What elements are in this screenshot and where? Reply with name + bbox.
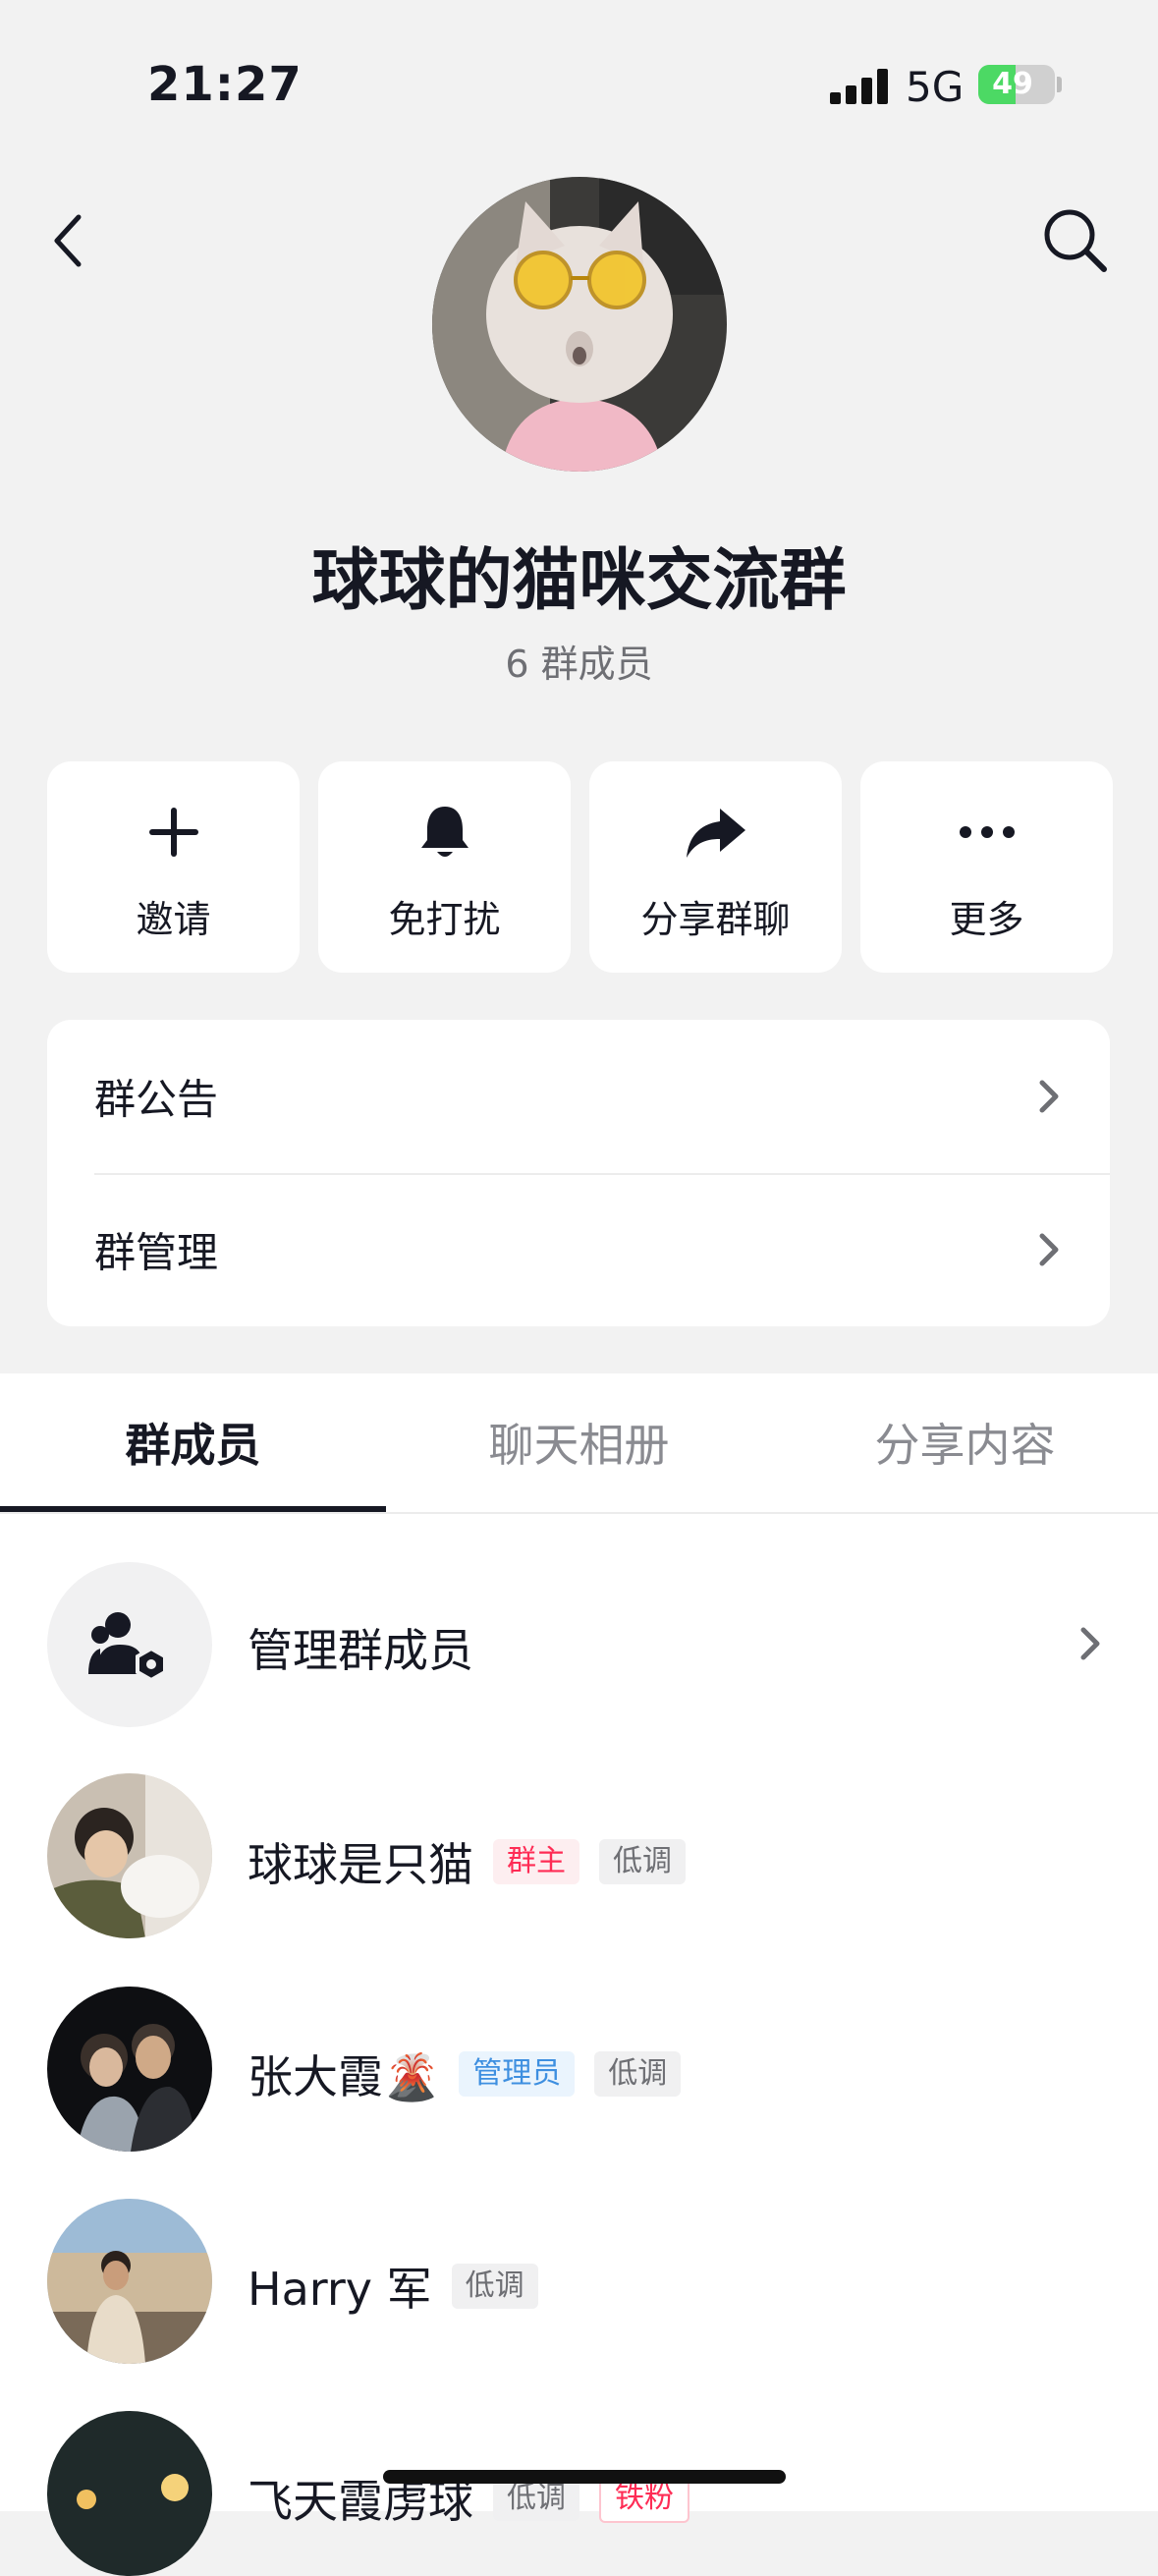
- mute-button[interactable]: 免打扰: [318, 761, 571, 973]
- member-row: 球球是只猫 群主 低调: [248, 1829, 686, 1894]
- cellular-signal-icon: [830, 69, 889, 104]
- member-row: Harry 军 低调: [248, 2254, 538, 2319]
- group-management-row[interactable]: 群管理: [47, 1173, 1110, 1326]
- invite-button[interactable]: 邀请: [47, 761, 300, 973]
- owner-badge: 群主: [493, 1839, 579, 1884]
- back-button[interactable]: [39, 201, 98, 280]
- member-photo: [47, 1987, 212, 2152]
- invite-label: 邀请: [136, 898, 211, 941]
- member-name: 张大霞🌋: [248, 2050, 440, 2103]
- search-button[interactable]: [1036, 201, 1115, 280]
- divider: [0, 1512, 1158, 1514]
- cat-avatar-image: [432, 177, 727, 472]
- home-indicator[interactable]: [383, 2470, 786, 2484]
- member-avatar[interactable]: [47, 2199, 212, 2364]
- member-count: 6 群成员: [505, 643, 653, 686]
- share-group-button[interactable]: 分享群聊: [589, 761, 842, 973]
- chevron-right-icon: [1039, 1080, 1059, 1113]
- member-avatar[interactable]: [47, 1987, 212, 2152]
- plus-icon: [148, 808, 198, 857]
- search-icon: [1044, 209, 1107, 272]
- tab-chat-album[interactable]: 聊天相册: [386, 1373, 772, 1511]
- more-button[interactable]: 更多: [860, 761, 1113, 973]
- more-label: 更多: [949, 898, 1024, 941]
- member-avatar[interactable]: [47, 1773, 212, 1938]
- tab-members[interactable]: 群成员: [0, 1373, 386, 1511]
- member-photo: [47, 1773, 212, 1938]
- manage-members-icon: [88, 1612, 167, 1680]
- mute-label: 免打扰: [388, 898, 501, 941]
- chevron-left-icon: [54, 214, 82, 267]
- member-name: 球球是只猫: [248, 1838, 473, 1891]
- network-type: 5G: [906, 63, 965, 111]
- member-photo: [47, 2411, 212, 2576]
- admin-badge: 管理员: [459, 2051, 576, 2097]
- chevron-right-icon: [1039, 1233, 1059, 1266]
- status-time: 21:27: [147, 57, 303, 112]
- manage-members-label: 管理群成员: [248, 1624, 473, 1677]
- low-key-badge: 低调: [599, 1839, 686, 1884]
- group-settings-list: 群公告 群管理: [47, 1020, 1110, 1326]
- more-dots-icon: [959, 826, 1015, 838]
- member-photo: [47, 2199, 212, 2364]
- member-name: Harry 军: [248, 2263, 432, 2316]
- group-announcement-label: 群公告: [94, 1075, 219, 1124]
- share-group-label: 分享群聊: [640, 898, 791, 941]
- battery-icon: 49: [978, 65, 1055, 104]
- bell-icon: [420, 807, 469, 857]
- share-arrow-icon: [686, 809, 745, 858]
- group-management-label: 群管理: [94, 1228, 219, 1277]
- chevron-right-icon: [1080, 1627, 1100, 1660]
- battery-cap: [1057, 77, 1062, 92]
- group-avatar[interactable]: [432, 177, 727, 472]
- group-name: 球球的猫咪交流群: [311, 542, 847, 620]
- tab-shared-content[interactable]: 分享内容: [772, 1373, 1158, 1511]
- battery-percent: 49: [992, 67, 1033, 101]
- low-key-badge: 低调: [451, 2264, 538, 2309]
- group-announcement-row[interactable]: 群公告: [47, 1020, 1110, 1173]
- low-key-badge: 低调: [594, 2051, 682, 2097]
- member-avatar[interactable]: [47, 2411, 212, 2576]
- manage-members-icon-wrap: [47, 1562, 212, 1727]
- member-row: 张大霞🌋 管理员 低调: [248, 2042, 682, 2106]
